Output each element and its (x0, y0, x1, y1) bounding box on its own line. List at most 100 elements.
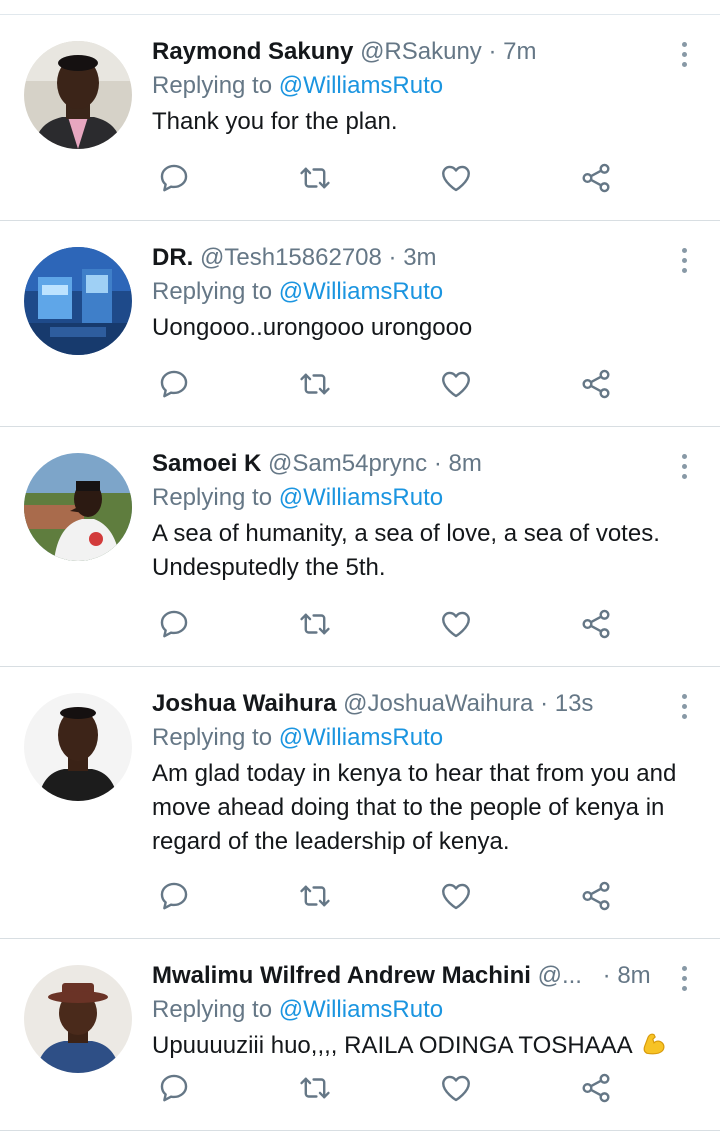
user-handle[interactable]: @RSakuny (360, 38, 482, 65)
share-button[interactable] (578, 160, 614, 196)
tweet-text-content: Upuuuuziii huo,,,, RAILA ODINGA TOSHAAA (152, 1032, 632, 1059)
share-icon (582, 881, 610, 911)
more-vertical-icon[interactable] (674, 449, 694, 483)
tweet-actions (152, 878, 622, 914)
replying-to: Replying to @WilliamsRuto (152, 993, 700, 1027)
reply-button[interactable] (156, 160, 192, 196)
share-button[interactable] (578, 366, 614, 402)
mention-link[interactable]: @WilliamsRuto (279, 484, 443, 511)
timestamp: · 8m (602, 962, 651, 989)
retweet-icon (300, 1077, 330, 1099)
replying-to-label: Replying to (152, 484, 273, 511)
reply-button[interactable] (156, 1070, 192, 1106)
mention-link[interactable]: @WilliamsRuto (279, 278, 443, 305)
retweet-button[interactable] (297, 1070, 333, 1106)
avatar[interactable] (24, 247, 132, 355)
timestamp: · 3m (388, 244, 437, 271)
retweet-button[interactable] (297, 878, 333, 914)
user-handle[interactable]: @Sam54prync (268, 450, 427, 477)
reply-button[interactable] (156, 606, 192, 642)
reply-icon (160, 370, 188, 398)
tweet-header: Joshua Waihura @JoshuaWaihura · 13s (152, 687, 700, 721)
replying-to-label: Replying to (152, 724, 273, 751)
share-icon (582, 609, 610, 639)
avatar-image (24, 693, 132, 801)
like-button[interactable] (438, 366, 474, 402)
flexed-biceps-emoji (643, 1033, 665, 1055)
tweet-actions (152, 366, 622, 402)
mention-link[interactable]: @WilliamsRuto (279, 996, 443, 1023)
avatar[interactable] (24, 965, 132, 1073)
avatar-image (24, 41, 132, 149)
tweet-text: Uongooo..urongooo urongooo (152, 314, 473, 341)
share-icon (582, 1073, 610, 1103)
tweet-actions (152, 1070, 622, 1106)
tweet-actions (152, 606, 622, 642)
tweet-text: Thank you for the plan. (152, 108, 398, 135)
heart-icon (442, 611, 470, 638)
timestamp: · 7m (488, 38, 537, 65)
retweet-button[interactable] (297, 366, 333, 402)
top-divider (0, 0, 720, 15)
user-name[interactable]: Mwalimu Wilfred Andrew Machini (152, 962, 531, 989)
retweet-icon (300, 167, 330, 189)
avatar-image (24, 965, 132, 1073)
avatar[interactable] (24, 41, 132, 149)
avatar[interactable] (24, 693, 132, 801)
more-vertical-icon[interactable] (674, 37, 694, 71)
user-name[interactable]: Samoei K (152, 450, 261, 477)
more-vertical-icon[interactable] (674, 689, 694, 723)
replying-to: Replying to @WilliamsRuto (152, 481, 700, 515)
more-vertical-icon[interactable] (674, 961, 694, 995)
like-button[interactable] (438, 160, 474, 196)
retweet-icon (300, 373, 330, 395)
mention-link[interactable]: @WilliamsRuto (279, 724, 443, 751)
reply-icon (160, 610, 188, 638)
share-button[interactable] (578, 878, 614, 914)
retweet-icon (300, 613, 330, 635)
tweet-header: Samoei K @Sam54prync · 8m (152, 447, 700, 481)
mention-link[interactable]: @WilliamsRuto (279, 72, 443, 99)
tweet[interactable]: Mwalimu Wilfred Andrew Machini @... · 8m… (0, 939, 720, 1131)
tweet[interactable]: DR. @Tesh15862708 · 3m Replying to @Will… (0, 221, 720, 427)
more-vertical-icon[interactable] (674, 243, 694, 277)
user-name[interactable]: Raymond Sakuny (152, 38, 353, 65)
retweet-button[interactable] (297, 606, 333, 642)
replying-to: Replying to @WilliamsRuto (152, 275, 700, 309)
replying-to-label: Replying to (152, 72, 273, 99)
retweet-icon (300, 885, 330, 907)
tweet-header: DR. @Tesh15862708 · 3m (152, 241, 700, 275)
like-button[interactable] (438, 1070, 474, 1106)
share-button[interactable] (578, 606, 614, 642)
heart-icon (442, 883, 470, 910)
retweet-button[interactable] (297, 160, 333, 196)
reply-button[interactable] (156, 878, 192, 914)
replying-to: Replying to @WilliamsRuto (152, 69, 700, 103)
tweet[interactable]: Joshua Waihura @JoshuaWaihura · 13s Repl… (0, 667, 720, 939)
user-handle[interactable]: @JoshuaWaihura (343, 690, 533, 717)
reply-icon (160, 164, 188, 192)
tweet[interactable]: Raymond Sakuny @RSakuny · 7m Replying to… (0, 15, 720, 221)
reply-button[interactable] (156, 366, 192, 402)
like-button[interactable] (438, 878, 474, 914)
tweet-text: Am glad today in kenya to hear that from… (152, 760, 677, 855)
user-name[interactable]: DR. (152, 244, 193, 271)
tweet[interactable]: Samoei K @Sam54prync · 8m Replying to @W… (0, 427, 720, 667)
heart-icon (442, 165, 470, 192)
reply-icon (160, 1074, 188, 1102)
share-icon (582, 369, 610, 399)
heart-icon (442, 1075, 470, 1102)
share-button[interactable] (578, 1070, 614, 1106)
reply-icon (160, 882, 188, 910)
user-name[interactable]: Joshua Waihura (152, 690, 336, 717)
share-icon (582, 163, 610, 193)
heart-icon (442, 371, 470, 398)
avatar[interactable] (24, 453, 132, 561)
like-button[interactable] (438, 606, 474, 642)
user-handle[interactable]: @Tesh15862708 (200, 244, 382, 271)
tweet-header: Raymond Sakuny @RSakuny · 7m (152, 35, 700, 69)
timestamp: · 8m (433, 450, 482, 477)
tweet-text: A sea of humanity, a sea of love, a sea … (152, 520, 660, 581)
user-handle[interactable]: @... (538, 962, 582, 989)
replying-to-label: Replying to (152, 278, 273, 305)
